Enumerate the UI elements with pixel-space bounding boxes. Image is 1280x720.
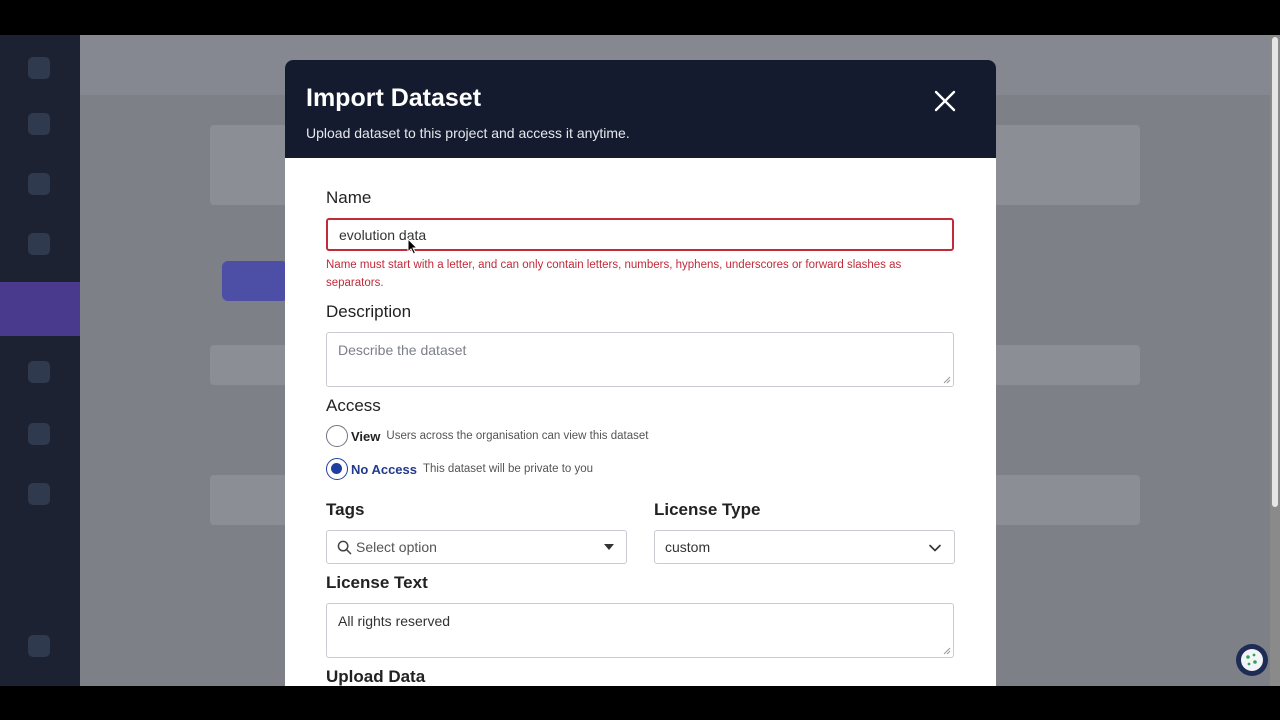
close-icon [934,90,956,112]
description-placeholder: Describe the dataset [338,342,467,358]
sidebar-settings-icon [28,483,50,505]
tags-label: Tags [326,500,365,519]
video-letterbox-bottom [0,686,1280,720]
modal-subtitle: Upload dataset to this project and acces… [306,125,630,141]
sidebar-jobs-icon [28,361,50,383]
import-dataset-modal: Import Dataset Upload dataset to this pr… [285,60,996,686]
license-text-value: All rights reserved [338,613,451,629]
sidebar-active-item [0,282,80,336]
license-text-label: License Text [326,573,428,592]
name-error-message: Name must start with a letter, and can o… [326,259,902,289]
video-letterbox-top [0,0,1280,35]
description-label: Description [326,302,412,321]
modal-header: Import Dataset Upload dataset to this pr… [285,60,996,158]
sidebar-deploy-icon [28,423,50,445]
app-sidebar [0,35,80,686]
access-option-view[interactable]: View Users across the organisation can v… [326,424,648,448]
modal-title: Import Dataset [306,84,482,112]
license-type-select[interactable]: custom [654,530,955,564]
view-radio-description: Users across the organisation can view t… [386,430,649,442]
license-type-label: License Type [654,500,761,519]
name-input[interactable]: evolution data [326,218,954,251]
close-button[interactable] [932,88,958,114]
chevron-down-icon [929,544,941,552]
tags-select[interactable]: Select option [326,530,627,564]
access-label: Access [326,396,381,415]
resize-grip-icon[interactable] [943,647,951,655]
license-type-value: custom [665,539,711,555]
sidebar-logo-icon [28,57,50,79]
view-radio-label: View [351,428,381,444]
search-icon [337,540,352,554]
no-access-radio-description: This dataset will be private to you [423,463,594,475]
caret-down-icon [604,544,614,550]
cookie-settings-button[interactable] [1236,644,1268,676]
sidebar-home-icon [28,113,50,135]
background-button [222,261,288,301]
cookie-icon [1241,649,1263,671]
sidebar-models-icon [28,233,50,255]
no-access-radio[interactable] [326,458,348,480]
tags-placeholder: Select option [356,539,437,555]
description-textarea[interactable]: Describe the dataset [326,332,954,387]
sidebar-projects-icon [28,173,50,195]
upload-data-label: Upload Data [326,667,426,686]
resize-grip-icon[interactable] [943,376,951,384]
license-text-textarea[interactable]: All rights reserved [326,603,954,658]
no-access-radio-label: No Access [351,461,417,477]
mouse-cursor-icon [407,238,418,255]
name-label: Name [326,188,372,207]
page-scrollbar-thumb[interactable] [1272,37,1278,507]
sidebar-user-icon [28,635,50,657]
access-option-no-access[interactable]: No Access This dataset will be private t… [326,457,593,481]
view-radio[interactable] [326,425,348,447]
